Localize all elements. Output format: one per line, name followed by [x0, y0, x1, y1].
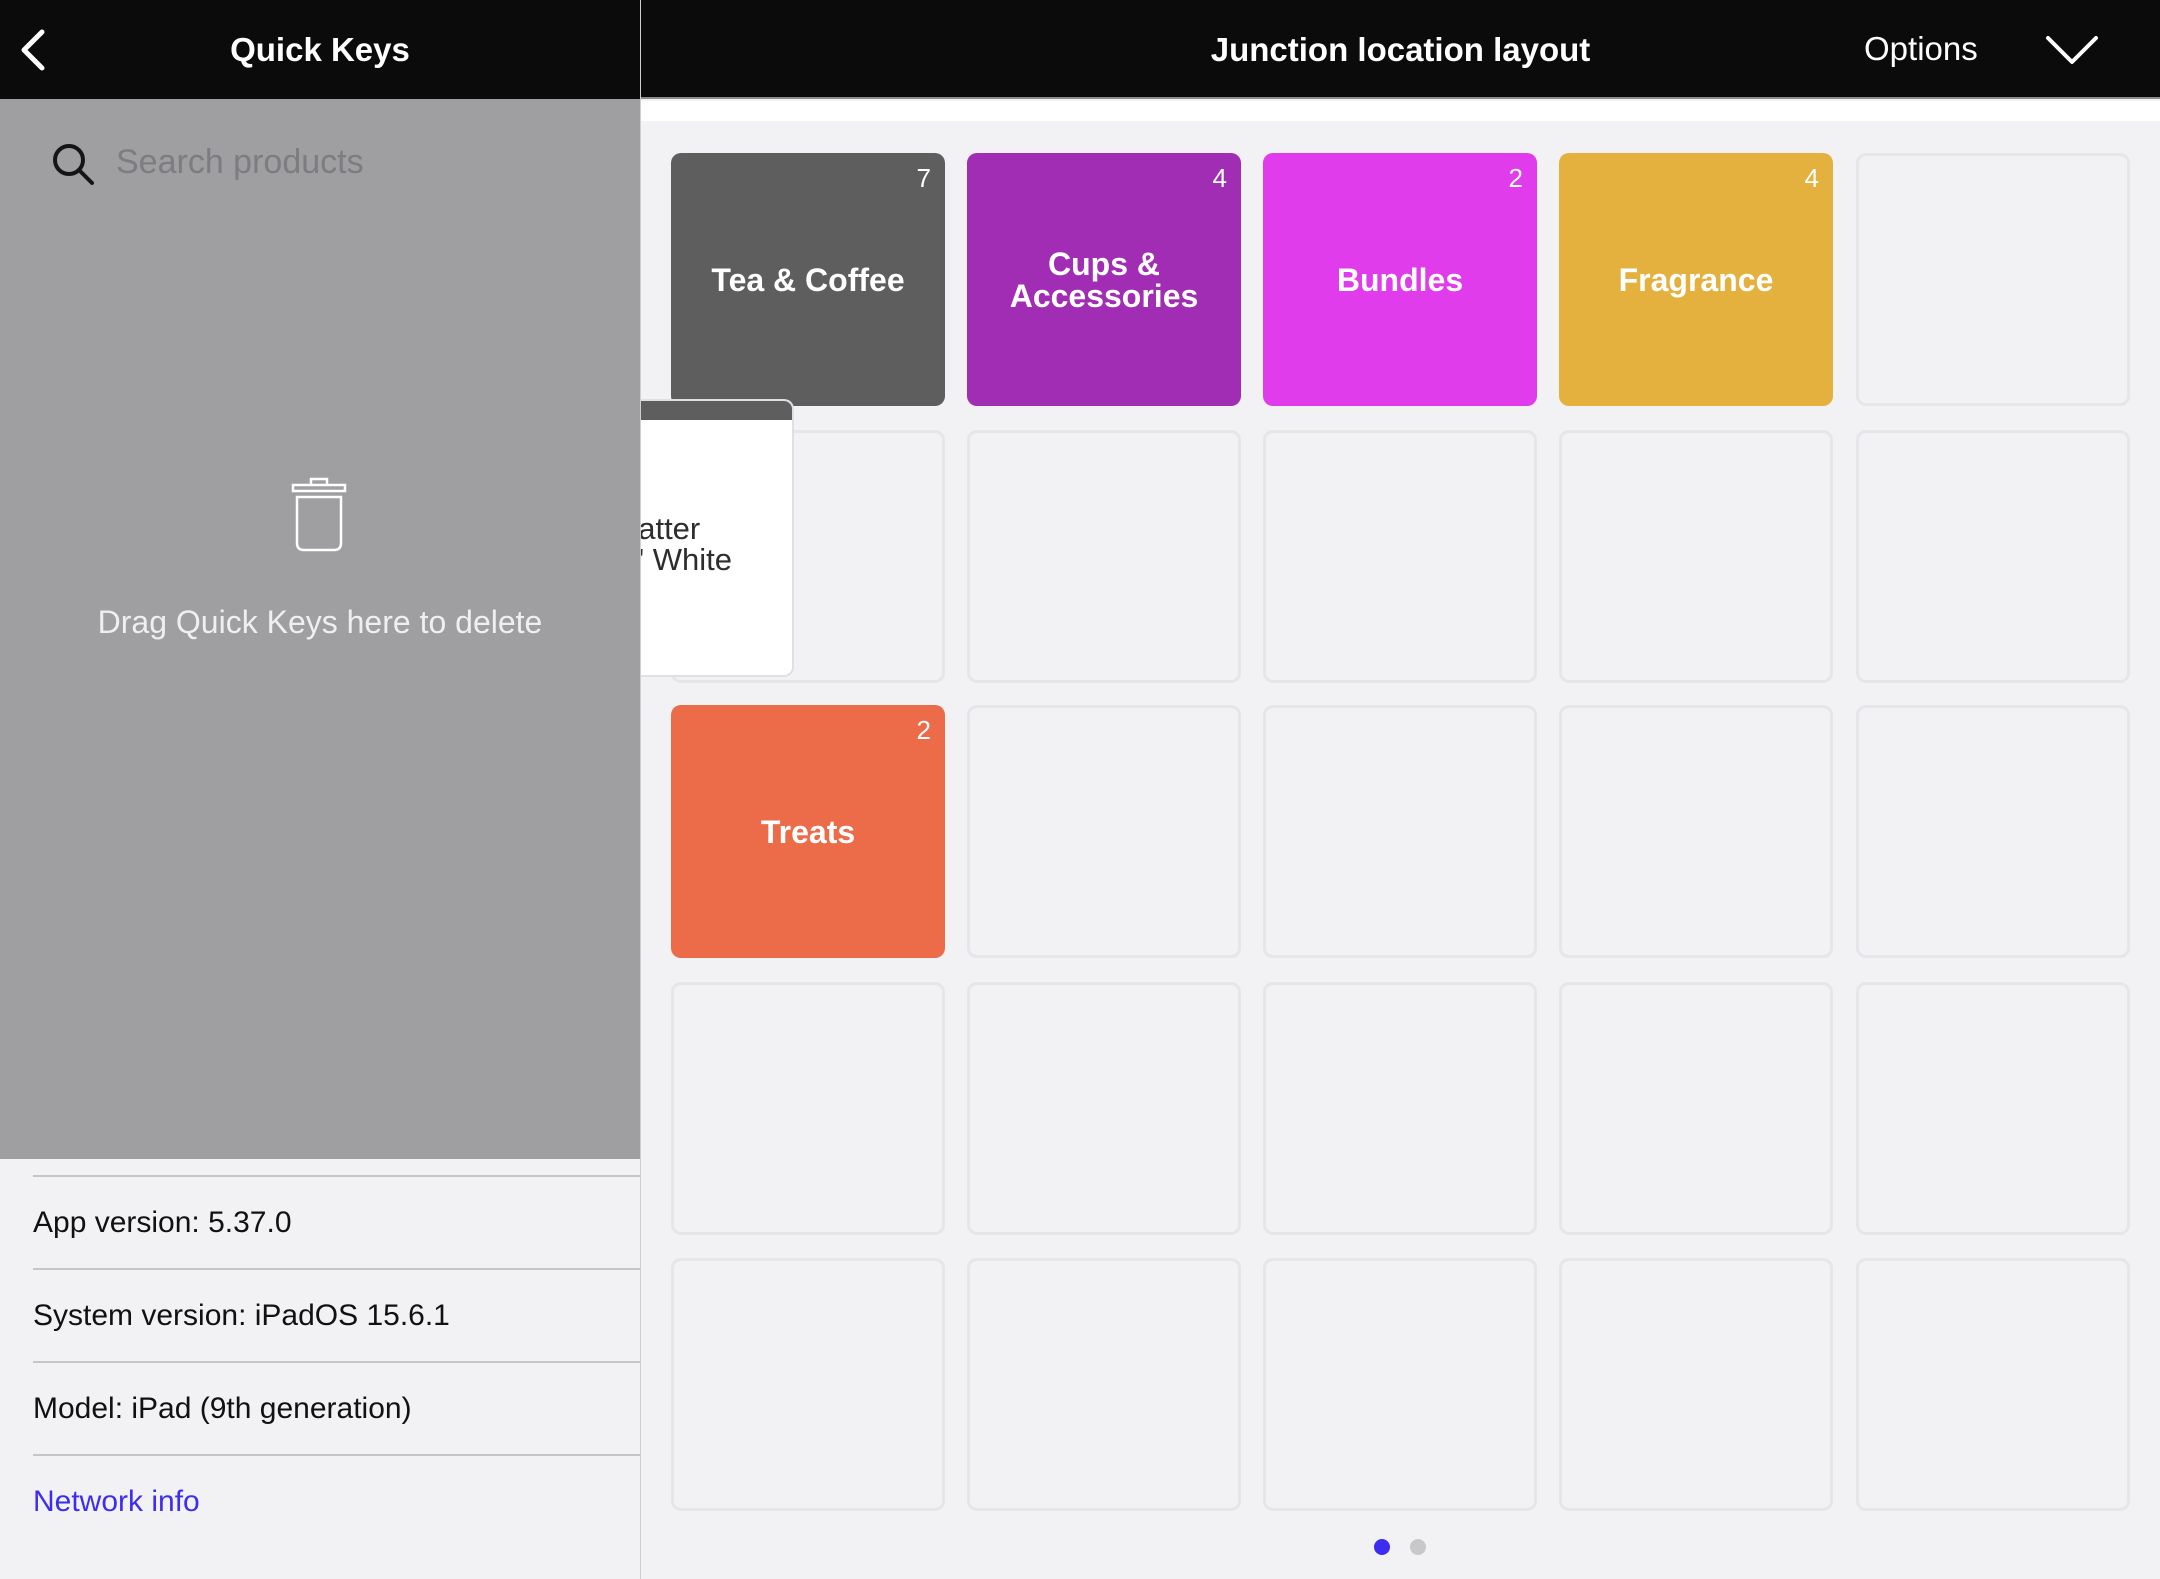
drag-card-label-line1: atter — [641, 511, 701, 546]
empty-tile-slot[interactable] — [1856, 705, 2130, 958]
empty-tile-slot[interactable] — [1559, 705, 1833, 958]
empty-tile-slot[interactable] — [1856, 430, 2130, 683]
trash-icon — [289, 473, 349, 553]
grid-top-strip — [641, 101, 2160, 121]
options-button[interactable]: Options — [1864, 0, 1978, 99]
app-root: Quick Keys Junction location layout Opti… — [0, 0, 2160, 1579]
empty-tile-slot[interactable] — [1263, 1258, 1537, 1511]
delete-zone-label: Drag Quick Keys here to delete — [97, 604, 543, 640]
empty-tile-slot[interactable] — [967, 705, 1241, 958]
drag-card-label: atter ' White — [641, 513, 732, 575]
empty-tile-slot[interactable] — [671, 1258, 945, 1511]
network-info-link[interactable]: Network info — [33, 1454, 640, 1547]
model-row: Model: iPad (9th generation) — [33, 1361, 640, 1454]
quick-key-tile[interactable]: 2 Treats — [671, 705, 945, 958]
page-dot-active[interactable] — [1374, 1539, 1390, 1555]
main-header: Junction location layout Options — [641, 0, 2160, 99]
dragging-quick-key[interactable]: atter ' White — [641, 399, 794, 677]
quick-key-label: Bundles — [1336, 261, 1464, 298]
quick-key-label: Treats — [760, 813, 856, 850]
search-input[interactable] — [116, 137, 616, 187]
quick-keys-panel: Drag Quick Keys here to delete — [0, 99, 640, 1159]
quick-key-tile[interactable]: 4 Cups & Accessories — [967, 153, 1241, 406]
quick-key-label: Tea & Coffee — [711, 261, 905, 298]
options-dropdown-toggle[interactable] — [2044, 32, 2100, 68]
empty-tile-slot[interactable] — [1559, 430, 1833, 683]
panel-title: Quick Keys — [230, 31, 410, 68]
empty-tile-slot[interactable] — [1559, 1258, 1833, 1511]
empty-tile-slot[interactable] — [1263, 430, 1537, 683]
system-version-row: System version: iPadOS 15.6.1 — [33, 1268, 640, 1361]
quick-key-tile[interactable]: 7 Tea & Coffee — [671, 153, 945, 406]
drag-card-color-strip — [641, 401, 792, 420]
empty-tile-slot[interactable] — [967, 430, 1241, 683]
device-info-list: App version: 5.37.0 System version: iPad… — [33, 1175, 640, 1547]
empty-tile-slot[interactable] — [1856, 982, 2130, 1235]
quick-key-label: Fragrance — [1618, 261, 1774, 298]
panel-divider — [640, 0, 641, 1579]
page-dot[interactable] — [1410, 1539, 1426, 1555]
empty-tile-slot[interactable] — [1559, 982, 1833, 1235]
empty-tile-slot[interactable] — [967, 1258, 1241, 1511]
empty-tile-slot[interactable] — [1856, 153, 2130, 406]
quick-key-tile[interactable]: 4 Fragrance — [1559, 153, 1833, 406]
empty-tile-slot[interactable] — [967, 982, 1241, 1235]
search-icon — [50, 141, 96, 187]
chevron-down-icon — [2046, 36, 2098, 64]
app-version-row: App version: 5.37.0 — [33, 1175, 640, 1268]
quick-key-label: Cups & Accessories — [1009, 245, 1199, 314]
empty-tile-slot[interactable] — [671, 982, 945, 1235]
quick-key-tile[interactable]: 2 Bundles — [1263, 153, 1537, 406]
empty-tile-slot[interactable] — [1263, 982, 1537, 1235]
left-header: Quick Keys — [0, 0, 640, 99]
empty-tile-slot[interactable] — [1263, 705, 1537, 958]
drag-card-label-line2: ' White — [641, 542, 732, 577]
empty-tile-slot[interactable] — [1856, 1258, 2130, 1511]
